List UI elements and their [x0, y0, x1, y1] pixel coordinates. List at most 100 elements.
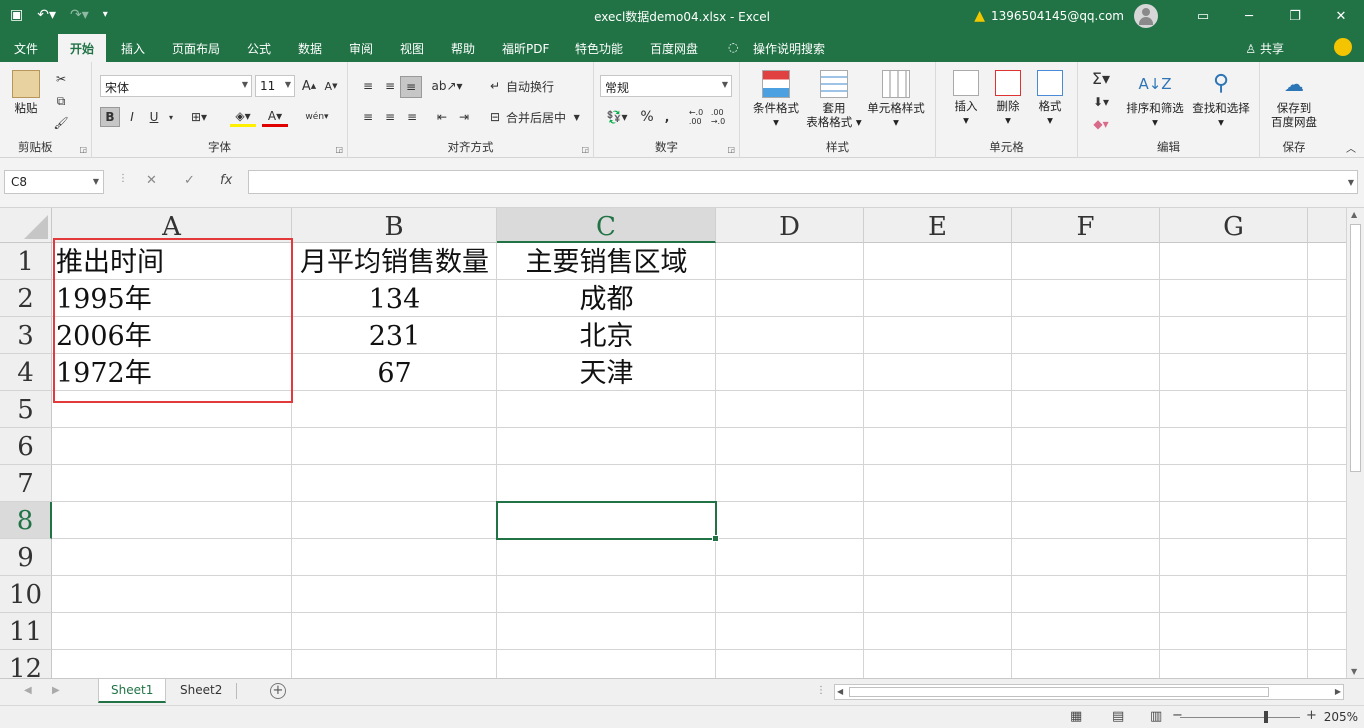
tab-foxit-pdf[interactable]: 福昕PDF [502, 40, 549, 57]
fill-icon[interactable]: ⬇▾ [1088, 92, 1114, 112]
increase-indent-icon[interactable]: ⇥ [454, 107, 474, 127]
cell-b2[interactable]: 134 [292, 280, 497, 317]
column-header-d[interactable]: D [716, 208, 864, 243]
tab-page-layout[interactable]: 页面布局 [172, 40, 220, 57]
insert-cells-button[interactable]: 插入 ▾ [946, 70, 986, 127]
sheet-tab-sheet1[interactable]: Sheet1 [98, 679, 167, 703]
tab-file[interactable]: 文件 [14, 40, 38, 57]
phonetic-guide-button[interactable]: wén ▾ [304, 107, 330, 127]
format-painter-icon[interactable]: 🖌 [52, 114, 70, 132]
increase-decimal-icon[interactable]: ←.0.00 [686, 107, 706, 127]
vertical-scrollbar[interactable]: ▲ ▼ [1346, 208, 1364, 678]
row-header-6[interactable]: 6 [0, 428, 52, 465]
sheet-tab-sheet2[interactable]: Sheet2 [168, 679, 234, 703]
row-header-5[interactable]: 5 [0, 391, 52, 428]
bold-button[interactable]: B [100, 107, 120, 127]
tab-split-handle[interactable]: ⋮ [816, 685, 826, 696]
row-header-12[interactable]: 12 [0, 650, 52, 678]
expand-formula-bar-icon[interactable]: ▼ [1348, 178, 1354, 187]
decrease-indent-icon[interactable]: ⇤ [432, 107, 452, 127]
row-header-9[interactable]: 9 [0, 539, 52, 576]
number-format-select[interactable]: 常规 ▼ [600, 75, 732, 97]
zoom-slider[interactable] [1180, 717, 1300, 718]
column-header-f[interactable]: F [1012, 208, 1160, 243]
zoom-out-icon[interactable]: − [1172, 708, 1183, 723]
fill-color-icon[interactable]: ◈▾ [230, 107, 256, 127]
align-left-icon[interactable]: ≡ [358, 107, 378, 127]
find-select-button[interactable]: ⚲ 查找和选择 ▾ [1188, 70, 1254, 130]
tell-me-search[interactable]: 操作说明搜索 [753, 40, 825, 57]
row-header-11[interactable]: 11 [0, 613, 52, 650]
scroll-left-icon[interactable]: ◀ [837, 687, 843, 696]
merge-center-icon[interactable]: ⊟ [486, 107, 504, 127]
underline-dropdown-icon[interactable]: ▾ [166, 107, 176, 127]
font-color-button[interactable]: A ▾ [262, 107, 288, 127]
worksheet-grid[interactable]: A B C D E F G 1 2 3 4 5 6 7 8 9 10 11 12… [0, 208, 1346, 678]
tab-data[interactable]: 数据 [298, 40, 322, 57]
tab-home[interactable]: 开始 [58, 34, 107, 62]
cell-c4[interactable]: 天津 [497, 354, 716, 391]
align-middle-icon[interactable]: ≡ [380, 76, 400, 96]
tab-view[interactable]: 视图 [400, 40, 424, 57]
select-all-button[interactable] [0, 208, 52, 243]
cancel-entry-button[interactable]: ✕ [146, 173, 157, 188]
tab-special[interactable]: 特色功能 [575, 40, 623, 57]
avatar[interactable] [1134, 4, 1158, 28]
autosum-icon[interactable]: Σ▾ [1088, 68, 1114, 88]
align-bottom-icon[interactable]: ≡ [400, 76, 422, 98]
column-header-c[interactable]: C [497, 208, 716, 243]
row-header-1[interactable]: 1 [0, 243, 52, 280]
zoom-in-icon[interactable]: + [1306, 708, 1317, 723]
clear-icon[interactable]: ◆▾ [1088, 114, 1114, 134]
previous-sheet-icon[interactable]: ◀ [24, 685, 32, 696]
underline-button[interactable]: U [144, 107, 164, 127]
format-as-table-button[interactable]: 套用 表格格式 ▾ [804, 70, 864, 129]
tab-insert[interactable]: 插入 [121, 40, 145, 57]
row-header-8[interactable]: 8 [0, 502, 52, 539]
cell-b3[interactable]: 231 [292, 317, 497, 354]
insert-function-button[interactable]: fx [220, 173, 232, 188]
align-center-icon[interactable]: ≡ [380, 107, 400, 127]
ribbon-display-options-icon[interactable]: ▭ [1180, 9, 1226, 24]
next-sheet-icon[interactable]: ▶ [52, 685, 60, 696]
horizontal-scrollbar[interactable]: ◀ ▶ [834, 684, 1344, 700]
wrap-text-icon[interactable]: ↵ [486, 76, 504, 96]
minimize-button[interactable]: ─ [1226, 9, 1272, 24]
zoom-slider-thumb[interactable] [1264, 711, 1268, 723]
normal-view-icon[interactable]: ▦ [1070, 709, 1082, 724]
font-launcher-icon[interactable]: ◲ [335, 145, 343, 154]
formula-input[interactable] [248, 170, 1358, 194]
tab-baidu-netdisk[interactable]: 百度网盘 [650, 40, 698, 57]
accounting-format-icon[interactable]: 💱▾ [602, 107, 632, 127]
row-header-7[interactable]: 7 [0, 465, 52, 502]
collapse-ribbon-icon[interactable]: ︿ [1346, 140, 1356, 155]
zoom-level[interactable]: 205% [1324, 710, 1358, 724]
row-header-3[interactable]: 3 [0, 317, 52, 354]
warning-icon[interactable]: ▲ [974, 8, 985, 24]
cell-styles-button[interactable]: 单元格样式 ▾ [864, 70, 928, 129]
font-size-select[interactable]: 11 ▼ [255, 75, 295, 97]
scroll-up-icon[interactable]: ▲ [1351, 210, 1357, 219]
align-right-icon[interactable]: ≡ [402, 107, 422, 127]
row-header-10[interactable]: 10 [0, 576, 52, 613]
delete-cells-button[interactable]: 删除 ▾ [988, 70, 1028, 127]
alignment-launcher-icon[interactable]: ◲ [581, 145, 589, 154]
confirm-entry-button[interactable]: ✓ [184, 173, 195, 188]
conditional-format-button[interactable]: 条件格式 ▾ [748, 70, 804, 129]
tab-help[interactable]: 帮助 [451, 40, 475, 57]
cut-icon[interactable]: ✂ [52, 70, 70, 88]
save-to-baidu-button[interactable]: ☁ 保存到 百度网盘 [1264, 70, 1324, 129]
increase-font-icon[interactable]: A ▲ [300, 76, 318, 96]
user-account[interactable]: 1396504145@qq.com [991, 9, 1124, 23]
feedback-smiley-icon[interactable] [1334, 38, 1352, 56]
scroll-right-icon[interactable]: ▶ [1335, 687, 1341, 696]
row-header-4[interactable]: 4 [0, 354, 52, 391]
format-cells-button[interactable]: 格式 ▾ [1030, 70, 1070, 127]
cell-b4[interactable]: 67 [292, 354, 497, 391]
restore-button[interactable]: ❐ [1272, 9, 1318, 24]
page-break-view-icon[interactable]: ▥ [1150, 709, 1162, 724]
close-button[interactable]: ✕ [1318, 9, 1364, 24]
page-layout-view-icon[interactable]: ▤ [1112, 709, 1124, 724]
cell-b1[interactable]: 月平均销售数量 [292, 243, 497, 280]
percent-button[interactable]: % [638, 107, 656, 127]
